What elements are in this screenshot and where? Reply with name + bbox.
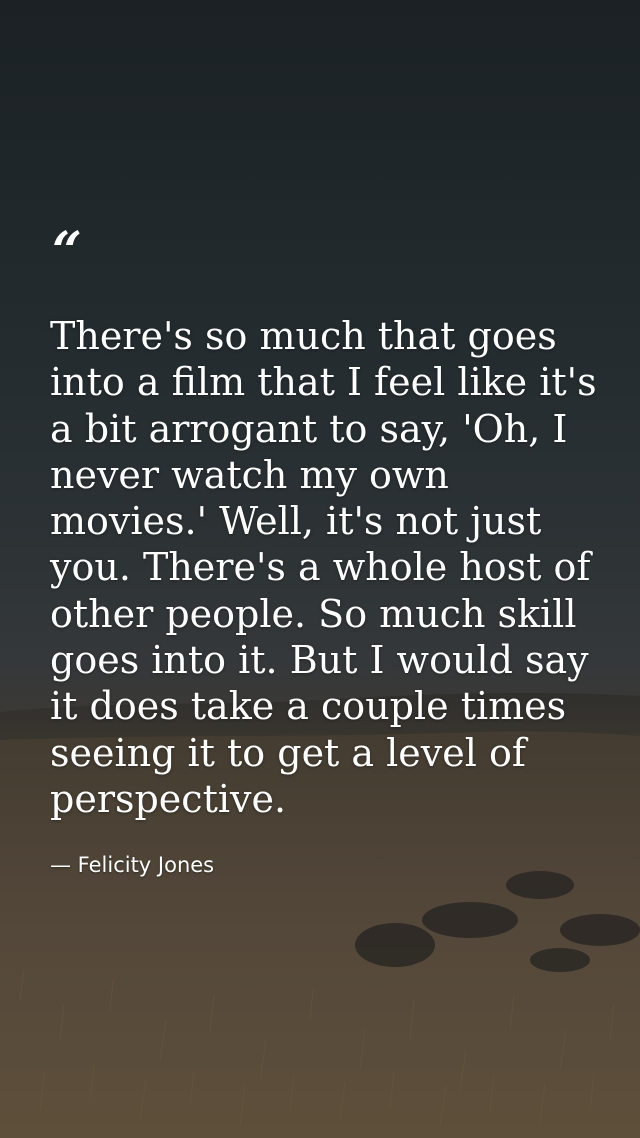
quote-card: “ There's so much that goes into a film … (0, 0, 640, 1138)
quote-mark-icon: “ (52, 221, 82, 282)
quote-text: There's so much that goes into a film th… (50, 314, 597, 821)
quote-author: — Felicity Jones (50, 853, 215, 877)
